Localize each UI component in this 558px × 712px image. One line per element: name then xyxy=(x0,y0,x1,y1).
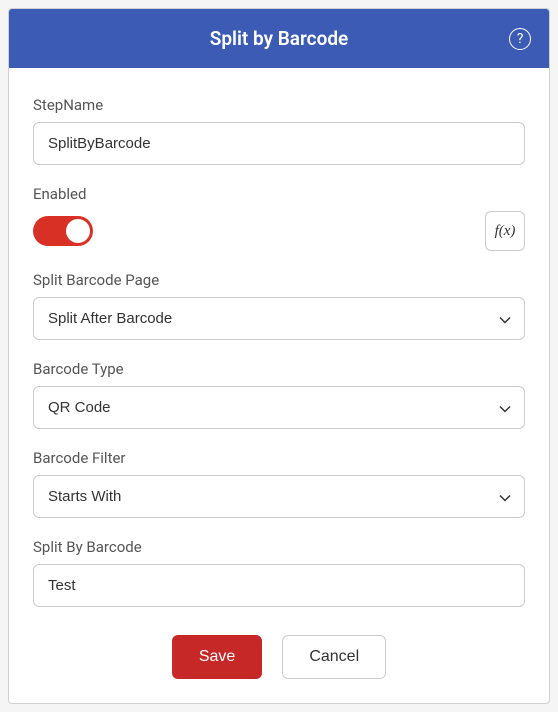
enabled-label: Enabled xyxy=(33,185,525,203)
split-by-barcode-dialog: Split by Barcode ? StepName Enabled f(x)… xyxy=(8,8,550,704)
split-by-barcode-group: Split By Barcode xyxy=(33,538,525,607)
split-barcode-page-select[interactable]: Split After Barcode xyxy=(33,297,525,340)
barcode-type-select-wrapper: QR Code xyxy=(33,386,525,429)
split-by-barcode-input[interactable] xyxy=(33,564,525,607)
step-name-group: StepName xyxy=(33,96,525,165)
barcode-filter-select[interactable]: Starts With xyxy=(33,475,525,518)
dialog-body: StepName Enabled f(x) Split Barcode Page… xyxy=(9,68,549,703)
barcode-type-group: Barcode Type QR Code xyxy=(33,360,525,429)
enabled-row: f(x) xyxy=(33,211,525,251)
enabled-toggle[interactable] xyxy=(33,216,93,246)
barcode-filter-group: Barcode Filter Starts With xyxy=(33,449,525,518)
save-button[interactable]: Save xyxy=(172,635,262,679)
fx-button[interactable]: f(x) xyxy=(485,211,525,251)
toggle-knob xyxy=(66,219,90,243)
barcode-filter-label: Barcode Filter xyxy=(33,449,525,467)
button-row: Save Cancel xyxy=(33,635,525,679)
barcode-filter-select-wrapper: Starts With xyxy=(33,475,525,518)
split-barcode-page-select-wrapper: Split After Barcode xyxy=(33,297,525,340)
barcode-type-select[interactable]: QR Code xyxy=(33,386,525,429)
barcode-type-label: Barcode Type xyxy=(33,360,525,378)
split-barcode-page-label: Split Barcode Page xyxy=(33,271,525,289)
help-icon[interactable]: ? xyxy=(509,28,531,50)
cancel-button[interactable]: Cancel xyxy=(282,635,386,679)
dialog-header: Split by Barcode ? xyxy=(9,9,549,68)
enabled-group: Enabled f(x) xyxy=(33,185,525,251)
step-name-input[interactable] xyxy=(33,122,525,165)
dialog-title: Split by Barcode xyxy=(210,27,349,50)
step-name-label: StepName xyxy=(33,96,525,114)
split-barcode-page-group: Split Barcode Page Split After Barcode xyxy=(33,271,525,340)
split-by-barcode-label: Split By Barcode xyxy=(33,538,525,556)
